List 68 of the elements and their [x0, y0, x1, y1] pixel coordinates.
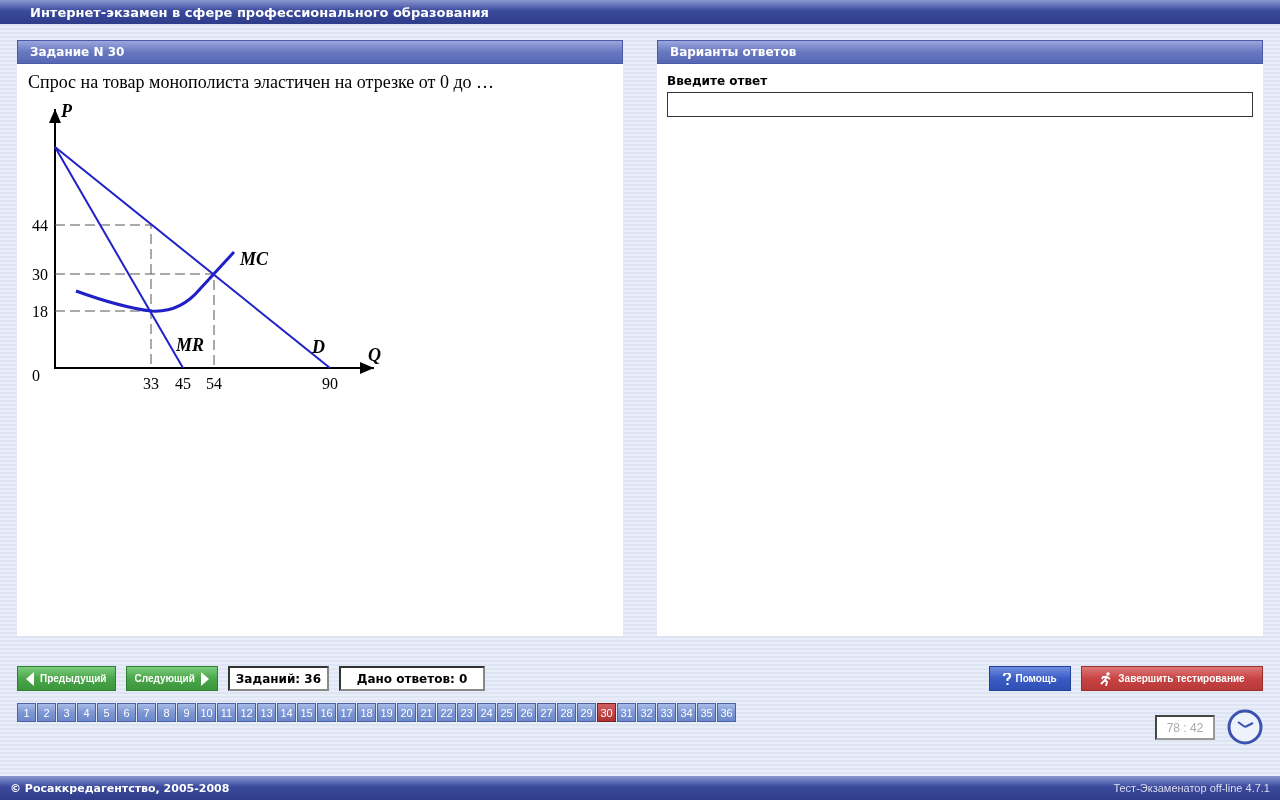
- page-button[interactable]: 2: [37, 703, 56, 722]
- tick-label: 90: [322, 375, 338, 392]
- page-button[interactable]: 4: [77, 703, 96, 722]
- axis-label: P: [61, 101, 72, 121]
- copyright-text: © Росаккредагентство, 2005-2008: [10, 781, 230, 795]
- page-button[interactable]: 36: [717, 703, 736, 722]
- left-arrow-icon: [26, 671, 34, 686]
- previous-button[interactable]: Предыдущий: [17, 666, 116, 691]
- timer-display: 78 : 42: [1155, 715, 1215, 740]
- window-title: Интернет-экзамен в сфере профессионального образования: [0, 0, 1280, 24]
- page-button[interactable]: 23: [457, 703, 476, 722]
- page-button[interactable]: 21: [417, 703, 436, 722]
- next-button[interactable]: Следующий: [125, 666, 218, 691]
- question-text: Спрос на товар монополиста эластичен на отрезке от 0 до …: [28, 72, 496, 93]
- page-button[interactable]: 12: [237, 703, 256, 722]
- tasks-count: Заданий: 36: [227, 666, 330, 691]
- page-button[interactable]: 11: [217, 703, 236, 722]
- page-button[interactable]: 29: [577, 703, 596, 722]
- panel-title: Варианты ответов: [657, 40, 1263, 64]
- tick-label: 54: [206, 375, 222, 392]
- page-button[interactable]: 20: [397, 703, 416, 722]
- page-button[interactable]: 15: [297, 703, 316, 722]
- page-button[interactable]: 32: [637, 703, 656, 722]
- page-button[interactable]: 3: [57, 703, 76, 722]
- tick-label: 45: [175, 375, 191, 392]
- page-button[interactable]: 19: [377, 703, 396, 722]
- page-button[interactable]: 25: [497, 703, 516, 722]
- clock-icon: [1227, 709, 1263, 745]
- page-button[interactable]: 7: [137, 703, 156, 722]
- page-button[interactable]: 8: [157, 703, 176, 722]
- page-button[interactable]: 18: [357, 703, 376, 722]
- page-button[interactable]: 14: [277, 703, 296, 722]
- page-button[interactable]: 9: [177, 703, 196, 722]
- tick-label: 33: [143, 375, 159, 392]
- page-button[interactable]: 22: [437, 703, 456, 722]
- tick-label: 18: [32, 303, 48, 320]
- answers-count: Дано ответов: 0: [339, 666, 486, 691]
- page-button[interactable]: 27: [537, 703, 556, 722]
- curve-label: MR: [176, 335, 204, 355]
- page-button[interactable]: 1: [17, 703, 36, 722]
- axis-label: Q: [368, 345, 381, 365]
- page-button[interactable]: 34: [677, 703, 696, 722]
- right-arrow-icon: [200, 671, 209, 686]
- page-button[interactable]: 6: [117, 703, 136, 722]
- page-button[interactable]: 35: [697, 703, 716, 722]
- finish-button[interactable]: Завершить тестирование: [1081, 666, 1263, 691]
- page-button[interactable]: 13: [257, 703, 276, 722]
- page-button[interactable]: 33: [657, 703, 676, 722]
- page-button[interactable]: 26: [517, 703, 536, 722]
- curve-label: D: [312, 337, 325, 357]
- panel-title: Задание N 30: [17, 40, 623, 64]
- page-button[interactable]: 17: [337, 703, 356, 722]
- page-button[interactable]: 16: [317, 703, 336, 722]
- answer-prompt: Введите ответ: [667, 74, 769, 88]
- page-button[interactable]: 5: [97, 703, 116, 722]
- page-button[interactable]: 31: [617, 703, 636, 722]
- page-button[interactable]: 30: [597, 703, 616, 722]
- page-button[interactable]: 28: [557, 703, 576, 722]
- question-mark-icon: [1003, 672, 1012, 685]
- help-button[interactable]: Помощь: [989, 666, 1071, 691]
- page-button[interactable]: 10: [197, 703, 216, 722]
- page-button[interactable]: 24: [477, 703, 496, 722]
- tick-label: 44: [32, 217, 48, 234]
- tick-label: 30: [32, 266, 48, 283]
- answer-field[interactable]: [667, 92, 1253, 117]
- curve-label: MC: [240, 249, 268, 269]
- version-text: Тест-Экзаменатор off-line 4.7.1: [1113, 782, 1270, 794]
- tick-label: 0: [32, 367, 40, 384]
